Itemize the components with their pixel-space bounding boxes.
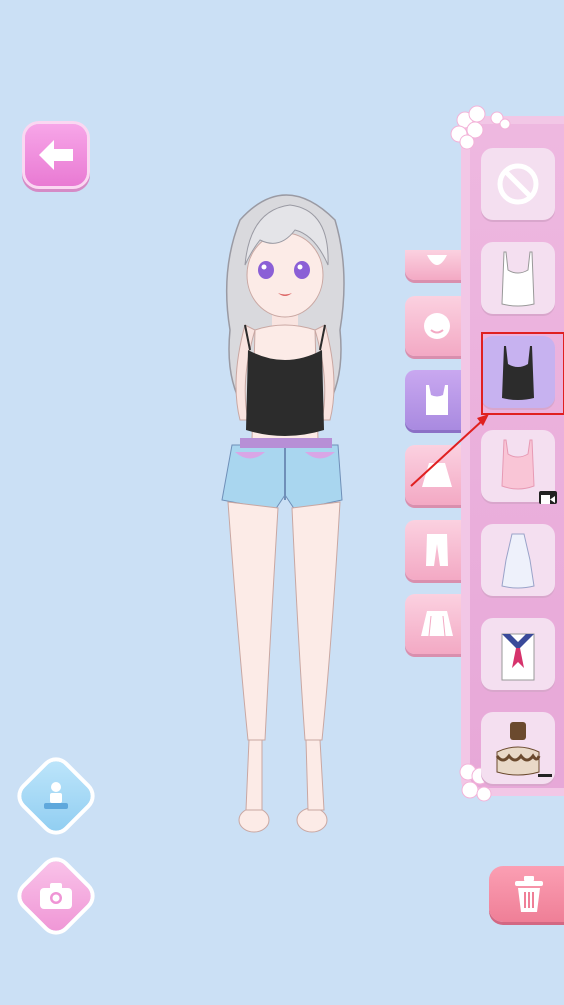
video-ad-icon[interactable] [539, 491, 557, 504]
category-hair-tab[interactable] [405, 250, 469, 280]
hair-icon [427, 255, 447, 265]
annotation-arrow-icon [410, 414, 489, 487]
trash-button[interactable] [489, 866, 564, 922]
item-none[interactable] [481, 148, 555, 220]
pink-camisole-icon [501, 439, 535, 490]
category-face-tab[interactable] [405, 296, 469, 356]
white-camisole-icon [501, 251, 535, 307]
halter-top-icon [501, 533, 535, 589]
camera-button[interactable] [16, 856, 96, 936]
character-doll [221, 194, 345, 833]
dress-icon [421, 611, 453, 637]
category-dresses-tab[interactable] [405, 594, 469, 654]
back-button[interactable] [25, 124, 87, 186]
pants-icon [426, 534, 448, 566]
camera-icon [40, 883, 72, 909]
scroll-indicator [538, 774, 552, 777]
sailor-top-icon [501, 633, 535, 681]
face-icon [424, 313, 450, 339]
category-pants-tab[interactable] [405, 520, 469, 580]
item-white-camisole[interactable] [481, 242, 555, 314]
figure-icon [44, 782, 68, 809]
item-sailor-top[interactable] [481, 618, 555, 690]
item-halter-top[interactable] [481, 524, 555, 596]
arrow-left-icon [39, 140, 73, 170]
cake-icon [495, 722, 541, 776]
trash-icon [515, 876, 543, 912]
pose-button[interactable] [16, 756, 96, 836]
no-icon [497, 163, 539, 205]
